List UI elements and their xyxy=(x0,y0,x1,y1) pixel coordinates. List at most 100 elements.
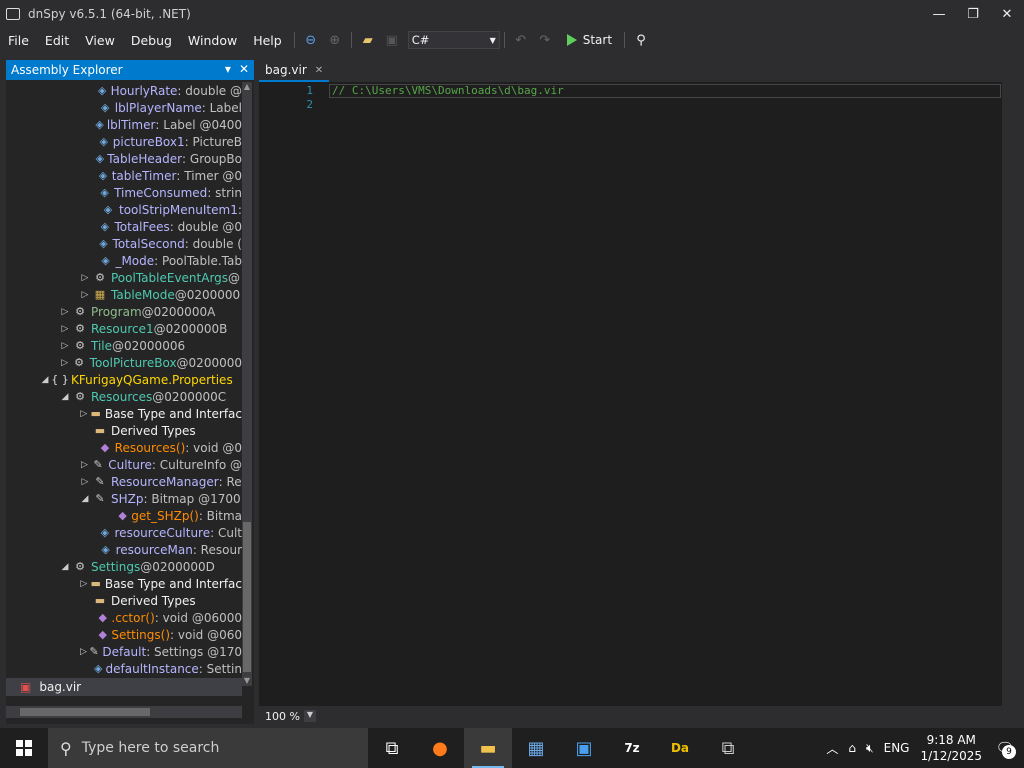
expand-arrow-icon[interactable]: ▷ xyxy=(60,307,70,317)
close-button[interactable]: ✕ xyxy=(990,0,1024,28)
notification-center-button[interactable]: 🗨︎ 9 xyxy=(992,735,1018,761)
tree-item[interactable]: ▷ ▬ Base Type and Interfac xyxy=(6,575,242,592)
expand-arrow-icon[interactable]: ▷ xyxy=(80,579,88,589)
network-app-icon[interactable]: ▦ xyxy=(512,728,560,768)
code-line-comment[interactable]: // C:\Users\VMS\Downloads\d\bag.vir xyxy=(329,84,1001,98)
scrollbar-thumb[interactable] xyxy=(20,708,150,716)
zoom-control[interactable]: 100 % ▼ xyxy=(265,710,316,723)
tree-item[interactable]: ◈ lblTimer : Label @0400 xyxy=(6,116,242,133)
code-editor[interactable]: 1 2 // C:\Users\VMS\Downloads\d\bag.vir xyxy=(259,82,1016,706)
tree-item[interactable]: ◈ TimeConsumed : strin xyxy=(6,184,242,201)
expand-arrow-icon[interactable]: ▷ xyxy=(60,341,70,351)
tree-item[interactable]: ▷ ✎ Default : Settings @170 xyxy=(6,643,242,660)
chevron-down-icon[interactable]: ▼ xyxy=(303,710,316,722)
tree-item[interactable]: ▷ ⚙ PoolTableEventArgs @ xyxy=(6,269,242,286)
collapse-arrow-icon[interactable]: ◢ xyxy=(80,494,90,504)
scroll-up-icon[interactable]: ▲ xyxy=(242,82,252,92)
tree-item[interactable]: ◆ .cctor() : void @06000 xyxy=(6,609,243,626)
tab-close-icon[interactable]: ✕ xyxy=(315,65,323,76)
menu-view[interactable]: View xyxy=(77,33,123,48)
tree-item[interactable]: ◈ pictureBox1 : PictureB xyxy=(6,133,242,150)
expand-arrow-icon[interactable]: ▷ xyxy=(80,273,90,283)
tree-vertical-scrollbar[interactable]: ▲ ▼ xyxy=(242,82,252,686)
tree-item[interactable]: ◈ lblPlayerName : Label xyxy=(6,99,242,116)
minimize-button[interactable]: — xyxy=(922,0,956,28)
restore-button[interactable]: ❐ xyxy=(956,0,990,28)
tab-bag-vir[interactable]: bag.vir ✕ xyxy=(259,60,330,82)
scroll-down-icon[interactable]: ▼ xyxy=(242,676,252,686)
expand-arrow-icon[interactable]: ▷ xyxy=(80,290,90,300)
tree-item[interactable]: ▬ Derived Types xyxy=(6,592,242,609)
tree-item[interactable]: ◈ resourceCulture : Cult xyxy=(6,524,242,541)
back-icon[interactable]: ⊖ xyxy=(301,31,321,49)
tree-item[interactable]: ◈ TotalFees : double @0 xyxy=(6,218,242,235)
language-select[interactable]: C# ▼ xyxy=(407,31,500,49)
start-button[interactable]: Start xyxy=(566,33,612,47)
menu-debug[interactable]: Debug xyxy=(123,33,180,48)
menu-edit[interactable]: Edit xyxy=(37,33,77,48)
undo-icon[interactable]: ↶ xyxy=(511,31,531,49)
taskbar-clock[interactable]: 9:18 AM 1/12/2025 xyxy=(920,732,982,764)
task-view-icon[interactable]: ⧉ xyxy=(368,728,416,768)
tree-item[interactable]: ▷ ⚙ Resource1 @0200000B xyxy=(6,320,242,337)
tree-item[interactable]: ◈ HourlyRate : double @ xyxy=(6,82,242,99)
tree-item[interactable]: ▷ ▬ Base Type and Interfac xyxy=(6,405,242,422)
tree-item[interactable]: ◈ tableTimer : Timer @0 xyxy=(6,167,242,184)
tree-item[interactable]: ◢ ⚙ Settings @0200000D xyxy=(6,558,242,575)
tree-item[interactable]: ▷ ✎ ResourceManager : Re xyxy=(6,473,242,490)
tree-item-bag-vir[interactable]: ▣ bag.vir xyxy=(6,678,242,696)
start-menu-button[interactable] xyxy=(0,728,48,768)
menu-file[interactable]: File xyxy=(0,33,37,48)
scrollbar-thumb[interactable] xyxy=(243,522,251,672)
save-icon[interactable]: ▣ xyxy=(382,31,402,49)
tree-item[interactable]: ◈ _Mode : PoolTable.Tab xyxy=(6,252,242,269)
input-language[interactable]: ENG xyxy=(884,741,910,755)
tree-item[interactable]: ◆ get_SHZp() : Bitma xyxy=(6,507,242,524)
tree-item[interactable]: ▷ ⚙ Tile @02000006 xyxy=(6,337,242,354)
tree-item[interactable]: ◈ defaultInstance : Settin xyxy=(6,660,242,677)
network-icon[interactable]: ⌂ xyxy=(848,741,856,755)
taskbar-search-box[interactable]: ⚲ Type here to search xyxy=(48,728,368,768)
chevron-up-icon[interactable]: ︿ xyxy=(826,740,838,757)
tree-item[interactable]: ◢{ } KFurigayQGame.Properties xyxy=(6,371,242,388)
search-icon[interactable]: ⚲ xyxy=(631,31,651,49)
tree-item[interactable]: ◢ ✎ SHZp : Bitmap @1700 xyxy=(6,490,242,507)
tree-horizontal-scrollbar[interactable] xyxy=(6,706,242,718)
tree-item[interactable]: ▷ ⚙ Program @0200000A xyxy=(6,303,242,320)
7zip-icon[interactable]: 7z xyxy=(608,728,656,768)
tree-item[interactable]: ◆ Resources() : void @0 xyxy=(6,439,242,456)
tree-item[interactable]: ▬ Derived Types xyxy=(6,422,242,439)
firefox-icon[interactable]: ● xyxy=(416,728,464,768)
forward-icon[interactable]: ⊕ xyxy=(325,31,345,49)
panel-dropdown-icon[interactable]: ▾ xyxy=(225,62,231,76)
tree-item[interactable]: ◈ TotalSecond : double ( xyxy=(6,235,242,252)
collapse-arrow-icon[interactable]: ◢ xyxy=(40,375,50,385)
tree-item[interactable]: ▷ ⚙ ToolPictureBox @0200000 xyxy=(6,354,242,371)
panel-close-icon[interactable]: ✕ xyxy=(239,62,249,76)
open-folder-icon[interactable]: ▰ xyxy=(358,31,378,49)
expand-arrow-icon[interactable]: ▷ xyxy=(80,460,89,470)
tree-item[interactable]: ◈ resourceMan : Resour xyxy=(6,541,242,558)
dnspy-taskbar-icon[interactable]: Da xyxy=(656,728,704,768)
collapse-arrow-icon[interactable]: ◢ xyxy=(60,392,70,402)
expand-arrow-icon[interactable]: ▷ xyxy=(80,409,88,419)
menu-window[interactable]: Window xyxy=(180,33,245,48)
tree-item[interactable]: ◢ ⚙ Resources @0200000C xyxy=(6,388,242,405)
tree-item[interactable]: ▷ ▦ TableMode @0200000 xyxy=(6,286,242,303)
editor-vertical-scrollbar[interactable] xyxy=(1002,82,1016,706)
expand-arrow-icon[interactable]: ▷ xyxy=(60,324,70,334)
expand-arrow-icon[interactable]: ▷ xyxy=(80,477,90,487)
expand-arrow-icon[interactable]: ▷ xyxy=(60,358,69,368)
file-explorer-icon[interactable]: ▬ xyxy=(464,728,512,768)
collapse-arrow-icon[interactable]: ◢ xyxy=(60,562,70,572)
redo-icon[interactable]: ↷ xyxy=(535,31,555,49)
speaker-muted-icon[interactable]: 🔇︎ xyxy=(866,741,874,756)
tree-item[interactable]: ▷ ✎ Culture : CultureInfo @ xyxy=(6,456,242,473)
tree-item[interactable]: ◈ TableHeader : GroupBo xyxy=(6,150,242,167)
expand-arrow-icon[interactable]: ▷ xyxy=(80,647,87,657)
tree-item[interactable]: ◆ Settings() : void @060 xyxy=(6,626,242,643)
multi-window-icon[interactable]: ⧉ xyxy=(704,728,752,768)
menu-help[interactable]: Help xyxy=(245,33,290,48)
window-app-icon[interactable]: ▣ xyxy=(560,728,608,768)
tree-item[interactable]: ◈ toolStripMenuItem1 : xyxy=(6,201,242,218)
